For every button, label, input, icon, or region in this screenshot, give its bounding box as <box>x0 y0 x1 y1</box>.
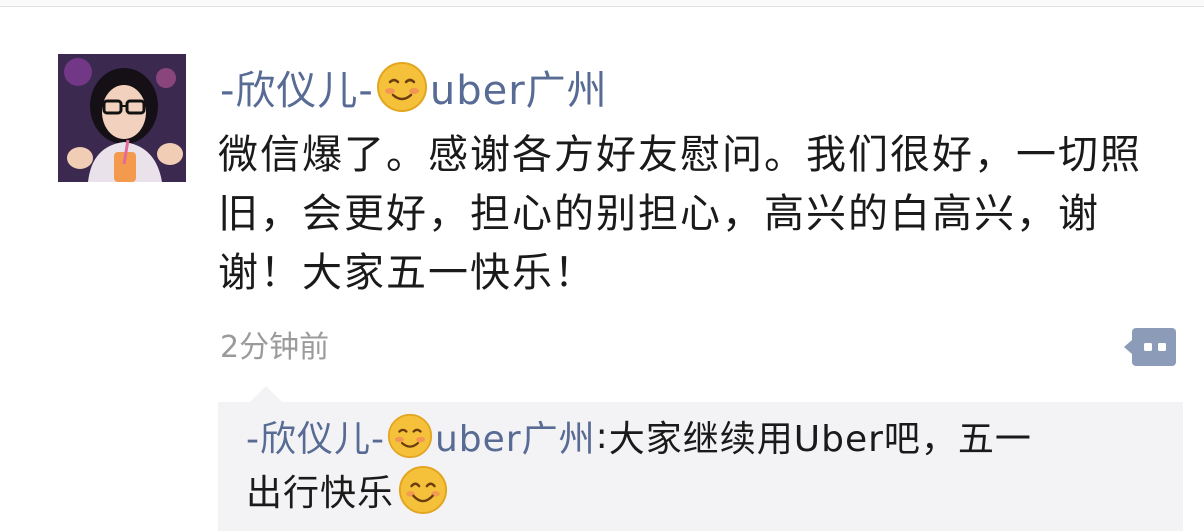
comment-item[interactable]: -欣仪儿- uber广州 : 大家继续用Uber吧，五一 <box>246 410 1032 462</box>
comment-author-prefix: -欣仪儿- <box>246 419 385 460</box>
comment-text-line1: 大家继续用Uber吧，五一 <box>608 419 1032 460</box>
comment-text-line2: 出行快乐 <box>246 473 395 514</box>
top-divider <box>0 0 1204 7</box>
blushing-smile-icon <box>376 62 427 112</box>
comment-author-name[interactable]: -欣仪儿- uber广州 <box>246 410 596 462</box>
comment-bubble-icon <box>1124 328 1176 366</box>
comment-item-continued: 出行快乐 <box>246 464 448 516</box>
author-name-prefix: -欣仪儿- <box>220 68 374 114</box>
author-name-suffix: uber广州 <box>429 68 608 114</box>
avatar-image <box>58 54 186 182</box>
post-text: 微信爆了。感谢各方好友慰问。我们很好，一切照旧，会更好，担心的别担心，高兴的白高… <box>218 132 1142 296</box>
moments-post: -欣仪儿- uber广州 微信爆了。感谢各方好友慰问。我们很好，一切照旧，会更好… <box>0 0 1204 531</box>
comment-action-button[interactable] <box>1122 326 1178 368</box>
post-author-name[interactable]: -欣仪儿- uber广州 <box>220 62 608 114</box>
comment-box-arrow <box>250 386 282 402</box>
blushing-smile-icon <box>387 413 433 459</box>
avatar[interactable] <box>58 54 186 182</box>
comment-author-suffix: uber广州 <box>434 419 596 460</box>
post-timestamp: 2分钟前 <box>220 330 330 365</box>
comment-separator: : <box>595 415 609 457</box>
smile-icon <box>398 465 448 515</box>
